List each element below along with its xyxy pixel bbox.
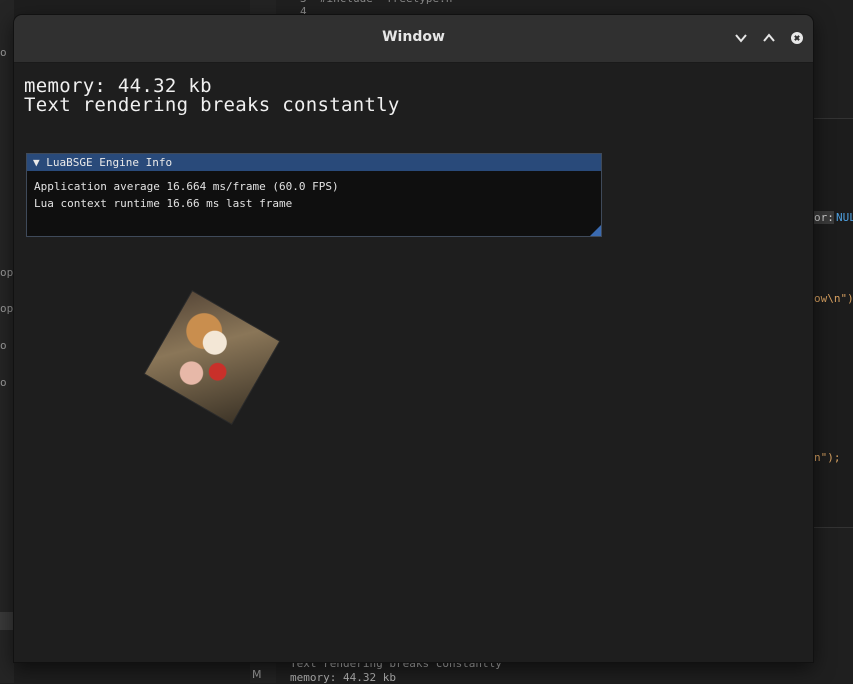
background-sidebar: o op op o o [0, 0, 14, 683]
code-fragment: NUL [836, 211, 853, 224]
sidebar-fragment: o [0, 376, 7, 389]
sidebar-selection [0, 612, 14, 630]
sprite-container [144, 291, 280, 424]
close-button[interactable] [789, 30, 805, 46]
git-modified-marker: M [252, 668, 262, 681]
background-right-panel [814, 118, 853, 528]
app-window: Window memory: 44.32 kb Text rendering b… [14, 15, 813, 662]
engine-info-panel: ▼ LuaBSGE Engine Info Application averag… [26, 153, 602, 237]
code-fragment: n"); [814, 451, 841, 464]
lua-runtime-text: Lua context runtime 16.66 ms last frame [34, 197, 293, 210]
maximize-button[interactable] [761, 30, 777, 46]
sidebar-fragment: op [0, 266, 14, 279]
engine-info-header[interactable]: ▼ LuaBSGE Engine Info [27, 154, 601, 171]
window-title: Window [382, 29, 445, 45]
close-icon [791, 32, 803, 44]
resize-grip[interactable] [590, 225, 601, 236]
app-average-text: Application average 16.664 ms/frame (60.… [34, 180, 339, 193]
code-fragment: ow\n") [814, 292, 853, 305]
terminal-line: memory: 44.32 kb [290, 671, 396, 684]
code-fragment: or: [814, 211, 834, 224]
chevron-up-icon [763, 33, 775, 42]
window-titlebar[interactable]: Window [14, 15, 813, 63]
chevron-down-icon [735, 34, 747, 43]
sidebar-fragment: o [0, 46, 7, 59]
status-text: Text rendering breaks constantly [24, 94, 400, 116]
minimize-button[interactable] [733, 30, 749, 46]
sidebar-fragment: o [0, 339, 7, 352]
sidebar-fragment: op [0, 302, 14, 315]
fox-image [144, 291, 280, 424]
